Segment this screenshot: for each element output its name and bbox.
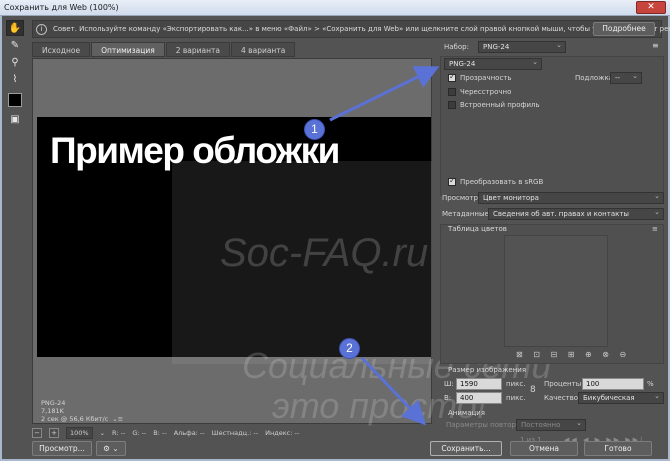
more-info-button[interactable]: Подробнее xyxy=(593,22,655,36)
window-titlebar: Сохранить для Web (100%) ✕ xyxy=(0,0,670,16)
annotation-marker-2: 2 xyxy=(339,338,360,359)
interlaced-label: Чересстрочно xyxy=(460,88,512,96)
color-table-tools-icon[interactable]: ⊠ ⊡ ⊟ ⊞ ⊕ ⊗ ⊖ xyxy=(516,350,630,359)
view-tabs: Исходное Оптимизация 2 варианта 4 вариан… xyxy=(32,42,296,57)
loop-label: Параметры повтора: xyxy=(446,421,523,429)
zoom-level[interactable]: 100% xyxy=(66,427,93,439)
color-table[interactable] xyxy=(504,235,608,347)
convert-srgb-label: Преобразовать в sRGB xyxy=(460,178,544,186)
percent-label: Проценты: xyxy=(544,380,584,388)
image-size-title: Размер изображения xyxy=(448,366,527,374)
percent-input[interactable]: 100 xyxy=(582,378,644,390)
width-label: Ш: xyxy=(444,380,454,388)
tool-palette: ✋ ✎ ⚲ ⌇ ▣ xyxy=(6,20,28,128)
metadata-select[interactable]: Сведения об авт. правах и контакты xyxy=(488,208,664,220)
tab-4-up[interactable]: 4 варианта xyxy=(231,42,296,57)
eyedropper-color-swatch[interactable] xyxy=(8,93,22,107)
preset-select[interactable]: PNG-24 xyxy=(478,41,566,53)
watermark-site: Soc-FAQ.ru xyxy=(220,231,429,275)
width-unit: пикс. xyxy=(506,380,526,388)
convert-srgb-checkbox[interactable] xyxy=(448,176,456,186)
cover-text: Пример обложки xyxy=(50,130,340,171)
preset-menu-icon[interactable]: ≡ xyxy=(652,41,659,50)
preview-download-time: 2 сек @ 56,6 Кбит/с xyxy=(41,415,109,423)
animation-title: Анимация xyxy=(448,409,486,417)
annotation-marker-1: 1 xyxy=(304,119,325,140)
info-icon: i xyxy=(36,24,47,35)
preview-menu-icon[interactable]: ⌄≡ xyxy=(112,415,123,423)
eyedropper-tool-icon[interactable]: ⌇ xyxy=(6,71,24,87)
status-b: B: -- xyxy=(153,429,167,437)
loop-select[interactable]: Постоянно xyxy=(516,419,586,431)
status-hex: Шестнадц.: -- xyxy=(211,429,259,437)
height-unit: пикс. xyxy=(506,394,526,402)
slice-select-tool-icon[interactable]: ✎ xyxy=(6,37,24,53)
preview-format: PNG-24 xyxy=(41,399,66,407)
tip-bar: i Совет. Используйте команду «Экспортиро… xyxy=(32,20,670,38)
preview-select[interactable]: Цвет монитора xyxy=(478,192,664,204)
zoom-dropdown-icon[interactable]: ⌄ xyxy=(100,429,105,437)
zoom-out-icon[interactable]: − xyxy=(32,428,42,438)
embed-profile-label: Встроенный профиль xyxy=(460,101,540,109)
hand-tool-icon[interactable]: ✋ xyxy=(6,20,24,36)
percent-sign: % xyxy=(647,380,654,388)
tip-text: Совет. Используйте команду «Экспортирова… xyxy=(53,25,670,33)
metadata-label: Метаданные: xyxy=(442,210,492,218)
zoom-in-icon[interactable]: + xyxy=(49,428,59,438)
status-bar: − + 100% ⌄ R: -- G: -- B: -- Альфа: -- Ш… xyxy=(32,426,432,440)
close-icon[interactable]: ✕ xyxy=(636,1,666,14)
cancel-button[interactable]: Отмена xyxy=(510,441,578,456)
done-button[interactable]: Готово xyxy=(584,441,652,456)
format-select[interactable]: PNG-24 xyxy=(444,58,542,70)
dialog-buttons: Просмотр... ⚙ ⌄ Сохранить... Отмена Гото… xyxy=(2,441,668,461)
transparency-label: Прозрачность xyxy=(460,74,512,82)
watermark-slogan-line2: это просто! xyxy=(272,385,487,426)
save-for-web-dialog: ✋ ✎ ⚲ ⌇ ▣ i Совет. Используйте команду «… xyxy=(0,16,670,461)
height-input[interactable]: 400 xyxy=(456,392,502,404)
browser-preview-button[interactable]: Просмотр... xyxy=(32,441,92,456)
transparency-checkbox[interactable] xyxy=(448,72,456,82)
color-table-menu-icon[interactable]: ≡ xyxy=(652,225,658,233)
browser-select-icon[interactable]: ⚙ ⌄ xyxy=(96,441,126,456)
preview-file-size: 7,181K xyxy=(41,407,64,415)
status-index: Индекс: -- xyxy=(265,429,300,437)
preview-info: PNG-24 7,181K 2 сек @ 56,6 Кбит/с ⌄≡ xyxy=(41,399,123,423)
link-icon[interactable]: 8 xyxy=(530,385,536,395)
height-label: В: xyxy=(444,394,452,402)
status-alpha: Альфа: -- xyxy=(173,429,205,437)
window-title: Сохранить для Web (100%) xyxy=(4,3,119,12)
interlaced-checkbox[interactable] xyxy=(448,88,456,96)
quality-select[interactable]: Бикубическая xyxy=(578,392,664,404)
quality-label: Качество: xyxy=(544,394,581,402)
tab-original[interactable]: Исходное xyxy=(32,42,91,57)
status-r: R: -- xyxy=(112,429,126,437)
preset-label: Набор: xyxy=(444,43,469,51)
width-input[interactable]: 1590 xyxy=(456,378,502,390)
zoom-tool-icon[interactable]: ⚲ xyxy=(6,54,24,70)
matte-select[interactable]: -- xyxy=(610,72,642,84)
status-g: G: -- xyxy=(132,429,147,437)
toggle-slices-icon[interactable]: ▣ xyxy=(6,111,24,127)
tab-2-up[interactable]: 2 варианта xyxy=(165,42,231,57)
tab-optimized[interactable]: Оптимизация xyxy=(91,42,165,57)
embed-profile-checkbox[interactable] xyxy=(448,101,456,109)
save-button[interactable]: Сохранить... xyxy=(430,441,502,456)
preview-label: Просмотр: xyxy=(442,194,481,202)
color-table-title: Таблица цветов xyxy=(448,225,507,233)
